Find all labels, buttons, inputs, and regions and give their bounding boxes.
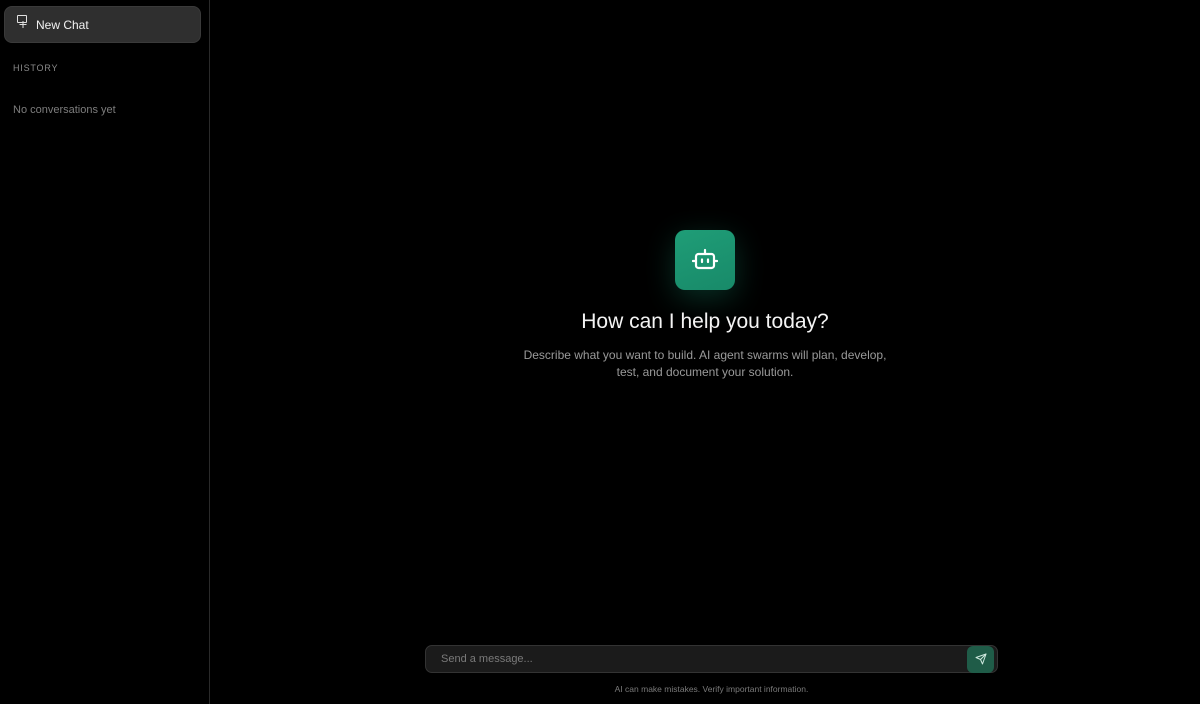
sidebar: New Chat HISTORY No conversations yet <box>0 0 210 704</box>
welcome-subtitle: Describe what you want to build. AI agen… <box>523 348 887 379</box>
message-input[interactable] <box>426 646 967 672</box>
send-icon <box>975 653 986 665</box>
bot-icon <box>675 230 735 290</box>
history-heading: HISTORY <box>13 63 59 73</box>
welcome-hero: How can I help you today? Describe what … <box>210 230 1200 381</box>
message-composer <box>425 645 998 673</box>
disclaimer-text: AI can make mistakes. Verify important i… <box>614 684 809 694</box>
app-root: New Chat HISTORY No conversations yet Ho… <box>0 0 1200 704</box>
empty-history-message: No conversations yet <box>13 104 116 116</box>
new-chat-icon <box>17 14 29 29</box>
send-button[interactable] <box>967 645 994 673</box>
new-chat-button[interactable]: New Chat <box>4 6 201 43</box>
new-chat-label: New Chat <box>36 17 89 32</box>
welcome-title: How can I help you today? <box>581 310 829 333</box>
chat-main: How can I help you today? Describe what … <box>210 0 1200 704</box>
